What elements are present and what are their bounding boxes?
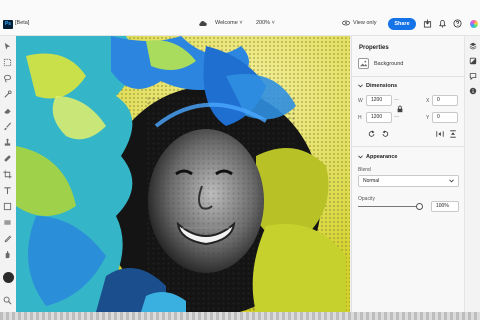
beta-badge: [Beta]: [15, 20, 30, 26]
tools-panel: [0, 36, 16, 312]
chevron-down-icon: ˅: [239, 20, 243, 26]
healing-tool[interactable]: [3, 154, 12, 163]
flip-horizontal-icon[interactable]: [436, 130, 444, 138]
eraser-tool-icon: [4, 108, 11, 114]
quick-select-tool[interactable]: [3, 90, 12, 99]
x-label: X: [426, 98, 430, 104]
eye-icon: [342, 20, 350, 26]
share-button[interactable]: Share: [388, 18, 416, 30]
link-line: —: [394, 97, 399, 103]
height-label: H: [358, 115, 362, 121]
properties-panel: Properties Background Dimensions W 1200 …: [351, 36, 465, 312]
crop-tool[interactable]: [3, 170, 12, 179]
zoom-dropdown[interactable]: 200% ˅: [256, 20, 275, 26]
comments-icon[interactable]: [469, 72, 477, 80]
appearance-section-toggle[interactable]: Appearance: [358, 154, 398, 160]
bottom-edge: [0, 312, 480, 320]
creative-cloud-icon[interactable]: [470, 20, 478, 28]
document-title-label: Welcome: [215, 20, 238, 26]
blend-label: Blend: [358, 167, 371, 173]
eraser-tool[interactable]: [3, 106, 12, 115]
divider: [352, 146, 465, 147]
view-mode-toggle[interactable]: View only: [342, 20, 376, 26]
gradient-tool[interactable]: [3, 218, 12, 227]
eyedropper-tool-icon: [4, 235, 12, 243]
x-field[interactable]: 0: [432, 95, 458, 106]
flip-vertical-icon[interactable]: [449, 130, 457, 138]
panel-title: Properties: [359, 45, 389, 51]
clone-stamp-tool[interactable]: [3, 138, 12, 147]
gradient-tool-icon: [4, 220, 11, 225]
y-label: Y: [426, 115, 430, 121]
brush-tool-icon: [4, 122, 12, 131]
adjustments-icon[interactable]: [469, 57, 477, 65]
zoom-level: 200%: [256, 20, 271, 26]
lasso-tool[interactable]: [3, 74, 12, 83]
layer-name: Background: [374, 61, 404, 67]
appearance-heading: Appearance: [366, 154, 398, 160]
shape-tool[interactable]: [3, 202, 12, 211]
chevron-down-icon: [358, 155, 363, 159]
move-tool-icon: [4, 42, 11, 50]
image-icon: [359, 60, 368, 67]
right-rail: [464, 36, 480, 312]
healing-tool-icon: [4, 155, 11, 162]
link-line: —: [394, 114, 399, 120]
width-label: W: [358, 98, 363, 104]
quick-select-tool-icon: [4, 90, 12, 98]
blend-mode-select[interactable]: Normal: [358, 175, 459, 187]
chevron-down-icon: [449, 179, 454, 183]
dimensions-heading: Dimensions: [366, 83, 398, 89]
y-field[interactable]: 0: [432, 112, 458, 123]
layer-thumbnail-icon: [358, 58, 369, 69]
height-field[interactable]: 1200: [366, 112, 392, 123]
foreground-color-swatch[interactable]: [3, 272, 14, 283]
document-title[interactable]: Welcome ˅: [215, 20, 243, 26]
divider: [352, 76, 465, 77]
crop-tool-icon: [3, 170, 12, 179]
zoom-tool[interactable]: [3, 296, 12, 305]
cloud-icon[interactable]: [198, 20, 207, 27]
blend-mode-value: Normal: [363, 178, 380, 184]
lock-icon[interactable]: [396, 105, 404, 113]
hand-tool[interactable]: [3, 250, 12, 259]
dimensions-section-toggle[interactable]: Dimensions: [358, 83, 397, 89]
chevron-down-icon: [358, 84, 363, 88]
photoshop-logo[interactable]: Ps: [3, 20, 13, 29]
artwork-image: [16, 36, 350, 312]
opacity-field[interactable]: 100%: [431, 201, 459, 212]
opacity-slider-track[interactable]: [358, 206, 419, 207]
info-icon[interactable]: [469, 87, 477, 95]
move-tool[interactable]: [3, 42, 12, 51]
opacity-label: Opacity: [358, 196, 375, 202]
shape-tool-icon: [3, 202, 12, 211]
top-bar: Ps [Beta] Welcome ˅ 200% ˅ View only Sha…: [0, 0, 480, 36]
marquee-tool-icon: [3, 58, 12, 67]
chevron-down-icon: ˅: [271, 20, 275, 26]
download-icon[interactable]: [423, 19, 432, 28]
rotate-left-icon[interactable]: [368, 130, 376, 138]
layers-icon[interactable]: [469, 42, 477, 50]
view-mode-label: View only: [353, 20, 377, 26]
eyedropper-tool[interactable]: [3, 234, 12, 243]
width-field[interactable]: 1200: [366, 95, 392, 106]
document-canvas[interactable]: [16, 36, 350, 312]
help-icon[interactable]: [453, 19, 462, 28]
marquee-tool[interactable]: [3, 58, 12, 67]
type-tool-icon: [4, 187, 11, 195]
type-tool[interactable]: [3, 186, 12, 195]
clone-stamp-tool-icon: [4, 138, 11, 146]
bell-icon[interactable]: [438, 19, 447, 28]
hand-tool-icon: [5, 251, 10, 259]
opacity-slider-handle[interactable]: [415, 203, 423, 210]
lasso-tool-icon: [3, 74, 12, 83]
rotate-right-icon[interactable]: [381, 130, 389, 138]
zoom-tool-icon: [3, 296, 12, 305]
brush-tool[interactable]: [3, 122, 12, 131]
